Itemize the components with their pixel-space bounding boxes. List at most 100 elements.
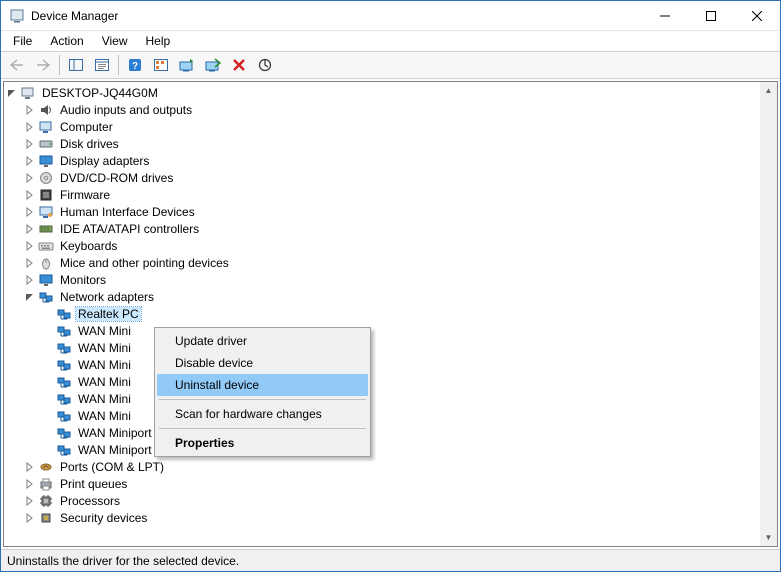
collapse-icon[interactable]: [4, 85, 20, 101]
disable-device-button[interactable]: [201, 54, 225, 76]
window-title: Device Manager: [31, 9, 118, 23]
menu-view[interactable]: View: [94, 32, 136, 50]
expand-icon[interactable]: [22, 493, 38, 509]
tree-node-label: Keyboards: [58, 239, 119, 253]
properties-button[interactable]: [90, 54, 114, 76]
ctx-scan-hardware[interactable]: Scan for hardware changes: [157, 403, 368, 425]
device-tree[interactable]: DESKTOP-JQ44G0M Audio inputs and outputsC…: [4, 82, 760, 546]
tree-root[interactable]: DESKTOP-JQ44G0M: [4, 84, 760, 101]
tree-device[interactable]: WAN Mini: [4, 407, 760, 424]
computerRoot-icon: [20, 85, 36, 101]
tree-node-label: WAN Mini: [76, 324, 133, 338]
show-hide-tree-button[interactable]: [64, 54, 88, 76]
expand-icon[interactable]: [22, 272, 38, 288]
close-button[interactable]: [734, 1, 780, 30]
menu-help[interactable]: Help: [138, 32, 179, 50]
tree-node-label: Display adapters: [58, 154, 151, 168]
tree-category[interactable]: Display adapters: [4, 152, 760, 169]
uninstall-device-button[interactable]: [227, 54, 251, 76]
tree-category[interactable]: Ports (COM & LPT): [4, 458, 760, 475]
update-driver-button[interactable]: [175, 54, 199, 76]
expand-icon[interactable]: [22, 255, 38, 271]
expand-icon[interactable]: [22, 119, 38, 135]
ctx-separator: [159, 428, 366, 429]
hid-icon: [38, 204, 54, 220]
tree-node-label: Realtek PC: [76, 307, 141, 321]
scan-hardware-button[interactable]: [253, 54, 277, 76]
help-button[interactable]: ?: [123, 54, 147, 76]
scroll-track[interactable]: [760, 99, 777, 529]
dvd-icon: [38, 170, 54, 186]
menu-action[interactable]: Action: [42, 32, 91, 50]
tree-device[interactable]: WAN Mini: [4, 339, 760, 356]
ctx-uninstall-device[interactable]: Uninstall device: [157, 374, 368, 396]
tree-category[interactable]: Computer: [4, 118, 760, 135]
cpu-icon: [38, 493, 54, 509]
tree-category[interactable]: DVD/CD-ROM drives: [4, 169, 760, 186]
tree-device[interactable]: WAN Mini: [4, 373, 760, 390]
tree-category[interactable]: Human Interface Devices: [4, 203, 760, 220]
ide-icon: [38, 221, 54, 237]
computer-icon: [38, 119, 54, 135]
print-icon: [38, 476, 54, 492]
tree-node-label: Human Interface Devices: [58, 205, 197, 219]
collapse-icon[interactable]: [22, 289, 38, 305]
content-pane: DESKTOP-JQ44G0M Audio inputs and outputsC…: [3, 81, 778, 547]
app-icon: [9, 8, 25, 24]
tree-node-label: Audio inputs and outputs: [58, 103, 194, 117]
menu-file[interactable]: File: [5, 32, 40, 50]
expand-icon[interactable]: [22, 204, 38, 220]
expand-icon[interactable]: [22, 476, 38, 492]
tree-node-label: WAN Mini: [76, 341, 133, 355]
tree-category[interactable]: Monitors: [4, 271, 760, 288]
vertical-scrollbar[interactable]: ▲ ▼: [760, 82, 777, 546]
tree-device[interactable]: WAN Miniport (SSTP): [4, 441, 760, 458]
ctx-disable-device[interactable]: Disable device: [157, 352, 368, 374]
tree-device[interactable]: WAN Mini: [4, 322, 760, 339]
expand-icon[interactable]: [22, 238, 38, 254]
menu-bar: File Action View Help: [1, 31, 780, 51]
scroll-up-arrow[interactable]: ▲: [760, 82, 777, 99]
tree-category[interactable]: Audio inputs and outputs: [4, 101, 760, 118]
minimize-button[interactable]: [642, 1, 688, 30]
status-text: Uninstalls the driver for the selected d…: [7, 554, 239, 568]
back-button[interactable]: [5, 54, 29, 76]
forward-button[interactable]: [31, 54, 55, 76]
expand-icon[interactable]: [22, 459, 38, 475]
expand-icon[interactable]: [22, 136, 38, 152]
tree-category[interactable]: Processors: [4, 492, 760, 509]
expand-icon[interactable]: [22, 187, 38, 203]
tree-category[interactable]: Mice and other pointing devices: [4, 254, 760, 271]
tree-node-label: Monitors: [58, 273, 108, 287]
expand-icon[interactable]: [22, 170, 38, 186]
tree-category[interactable]: Security devices: [4, 509, 760, 526]
tree-device[interactable]: WAN Mini: [4, 356, 760, 373]
maximize-button[interactable]: [688, 1, 734, 30]
tree-category[interactable]: Network adapters: [4, 288, 760, 305]
net-icon: [56, 391, 72, 407]
net-icon: [56, 425, 72, 441]
expand-icon[interactable]: [22, 510, 38, 526]
tree-device[interactable]: Realtek PC: [4, 305, 760, 322]
view-button[interactable]: [149, 54, 173, 76]
tree-node-label: Ports (COM & LPT): [58, 460, 166, 474]
window-controls: [642, 1, 780, 30]
expand-icon[interactable]: [22, 102, 38, 118]
monitor-icon: [38, 272, 54, 288]
expand-icon[interactable]: [22, 221, 38, 237]
tree-category[interactable]: IDE ATA/ATAPI controllers: [4, 220, 760, 237]
toolbar: ?: [1, 51, 780, 79]
ctx-update-driver[interactable]: Update driver: [157, 330, 368, 352]
mouse-icon: [38, 255, 54, 271]
svg-text:?: ?: [132, 61, 138, 72]
tree-category[interactable]: Disk drives: [4, 135, 760, 152]
tree-category[interactable]: Firmware: [4, 186, 760, 203]
ctx-properties[interactable]: Properties: [157, 432, 368, 454]
tree-device[interactable]: WAN Mini: [4, 390, 760, 407]
tree-category[interactable]: Keyboards: [4, 237, 760, 254]
tree-device[interactable]: WAN Miniport (PPTP): [4, 424, 760, 441]
tree-node-label: Mice and other pointing devices: [58, 256, 231, 270]
expand-icon[interactable]: [22, 153, 38, 169]
tree-category[interactable]: Print queues: [4, 475, 760, 492]
scroll-down-arrow[interactable]: ▼: [760, 529, 777, 546]
